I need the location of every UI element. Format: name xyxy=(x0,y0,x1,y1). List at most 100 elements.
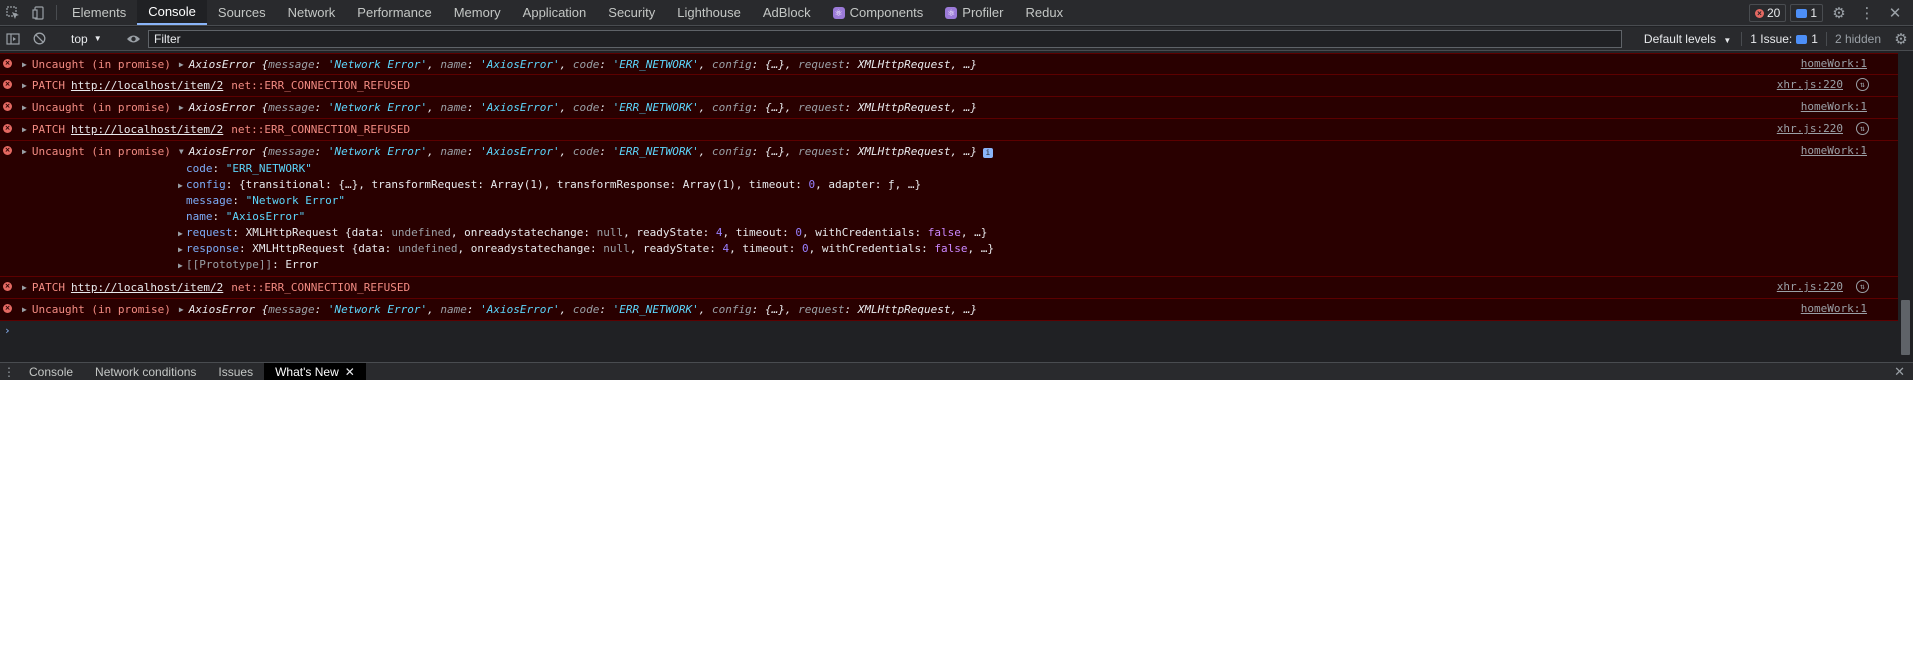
prop-response[interactable]: ▶ response: XMLHttpRequest {data: undefin… xyxy=(178,241,1913,257)
expand-triangle-icon[interactable]: ▶ xyxy=(22,283,27,292)
expand-triangle-icon[interactable]: ▶ xyxy=(22,103,27,112)
drawer-menu-icon[interactable]: ⋮ xyxy=(0,363,18,380)
drawer-tab-console[interactable]: Console xyxy=(18,363,84,380)
tab-sources[interactable]: Sources xyxy=(207,0,277,25)
prop-request[interactable]: ▶ request: XMLHttpRequest {data: undefine… xyxy=(178,225,1913,241)
more-options-icon[interactable]: ⋮ xyxy=(1855,1,1879,25)
collapse-triangle-icon[interactable]: ▼ xyxy=(179,147,184,156)
drawer-tab-network-conditions[interactable]: Network conditions xyxy=(84,363,207,380)
network-error-text: net::ERR_CONNECTION_REFUSED xyxy=(231,78,411,92)
console-message-error-expanded[interactable]: × ▶ Uncaught (in promise) ▼ AxiosError {… xyxy=(0,141,1913,277)
issues-label: 1 Issue: xyxy=(1750,32,1793,46)
expand-triangle-icon[interactable]: ▶ xyxy=(22,305,27,314)
inspect-element-icon[interactable] xyxy=(0,0,26,26)
network-request-icon[interactable]: ⇅ xyxy=(1856,78,1869,91)
settings-gear-icon[interactable]: ⚙ xyxy=(1827,1,1851,25)
network-error-text: net::ERR_CONNECTION_REFUSED xyxy=(231,122,411,136)
device-toolbar-icon[interactable] xyxy=(26,0,52,26)
info-icon[interactable]: i xyxy=(982,147,993,158)
axios-error-summary[interactable]: AxiosError {message: 'Network Error', na… xyxy=(189,101,977,114)
tab-network[interactable]: Network xyxy=(277,0,347,25)
sidebar-toggle-icon[interactable] xyxy=(0,26,26,52)
source-link[interactable]: homeWork:1 xyxy=(1801,57,1867,70)
expand-triangle-icon[interactable]: ▶ xyxy=(22,60,27,69)
axios-error-summary[interactable]: AxiosError {message: 'Network Error', na… xyxy=(189,303,977,316)
console-prompt-chevron-icon[interactable]: › xyxy=(4,324,11,337)
source-link[interactable]: xhr.js:220 xyxy=(1777,280,1843,293)
tab-application[interactable]: Application xyxy=(512,0,598,25)
expand-triangle-icon[interactable]: ▶ xyxy=(179,60,184,69)
prop-key: code xyxy=(186,162,213,175)
tab-security[interactable]: Security xyxy=(597,0,666,25)
network-request-icon[interactable]: ⇅ xyxy=(1856,122,1869,135)
source-link[interactable]: homeWork:1 xyxy=(1801,144,1867,157)
error-icon: × xyxy=(3,102,12,111)
console-message-error[interactable]: × ▶ Uncaught (in promise) ▶ AxiosError {… xyxy=(0,299,1913,321)
axios-error-summary[interactable]: AxiosError {message: 'Network Error', na… xyxy=(189,145,993,158)
expand-triangle-icon[interactable]: ▶ xyxy=(22,81,27,90)
live-expression-eye-icon[interactable] xyxy=(121,26,147,52)
console-message-error[interactable]: × ▶ PATCH http://localhost/item/2 net::E… xyxy=(0,75,1913,97)
main-tab-bar: Elements Console Sources Network Perform… xyxy=(0,0,1913,26)
prop-name: name: "AxiosError" xyxy=(186,210,306,223)
prop-value: "ERR_NETWORK" xyxy=(225,162,312,175)
prop-key: request xyxy=(186,226,233,239)
source-link[interactable]: xhr.js:220 xyxy=(1777,78,1843,91)
console-message-error[interactable]: × ▶ Uncaught (in promise) ▶ AxiosError {… xyxy=(0,53,1913,75)
expand-triangle-icon[interactable]: ▶ xyxy=(22,125,27,134)
console-settings-gear-icon[interactable]: ⚙ xyxy=(1889,27,1913,51)
prop-key: name xyxy=(186,210,213,223)
request-url-link[interactable]: http://localhost/item/2 xyxy=(71,123,223,136)
expand-triangle-icon[interactable]: ▶ xyxy=(178,242,186,258)
expand-triangle-icon[interactable]: ▶ xyxy=(22,147,27,156)
console-messages: × ▶ Uncaught (in promise) ▶ AxiosError {… xyxy=(0,53,1913,358)
request-url-link[interactable]: http://localhost/item/2 xyxy=(71,281,223,294)
react-icon: ⚛ xyxy=(945,6,958,19)
message-count-badge[interactable]: 1 xyxy=(1790,4,1823,22)
tab-components[interactable]: ⚛ Components xyxy=(822,0,935,25)
expand-triangle-icon[interactable]: ▶ xyxy=(178,258,186,274)
prop-prototype[interactable]: ▶ [[Prototype]]: Error xyxy=(178,257,1913,273)
error-count: 20 xyxy=(1766,6,1781,20)
drawer-tab-whats-new[interactable]: What's New ✕ xyxy=(264,363,366,380)
error-count-badge[interactable]: × 20 xyxy=(1748,4,1787,22)
close-devtools-icon[interactable]: ✕ xyxy=(1883,1,1907,25)
tab-performance[interactable]: Performance xyxy=(346,0,442,25)
issues-button[interactable]: 1 Issue: 1 xyxy=(1741,32,1826,46)
tab-adblock[interactable]: AdBlock xyxy=(752,0,822,25)
scrollbar-thumb[interactable] xyxy=(1901,300,1910,355)
tab-memory[interactable]: Memory xyxy=(443,0,512,25)
tab-lighthouse[interactable]: Lighthouse xyxy=(666,0,752,25)
error-icon: × xyxy=(3,304,12,313)
close-drawer-icon[interactable]: ✕ xyxy=(1894,363,1905,380)
expand-triangle-icon[interactable]: ▶ xyxy=(179,103,184,112)
network-request-icon[interactable]: ⇅ xyxy=(1856,280,1869,293)
prop-config[interactable]: ▶ config: {transitional: {…}, transformRe… xyxy=(178,177,1913,193)
tab-profiler[interactable]: ⚛ Profiler xyxy=(934,0,1014,25)
close-tab-icon[interactable]: ✕ xyxy=(345,365,355,379)
tab-redux[interactable]: Redux xyxy=(1014,0,1074,25)
dropdown-arrow-icon: ▼ xyxy=(93,34,102,43)
expand-triangle-icon[interactable]: ▶ xyxy=(179,305,184,314)
tab-elements[interactable]: Elements xyxy=(61,0,137,25)
error-icon: × xyxy=(3,282,12,291)
network-error-text: net::ERR_CONNECTION_REFUSED xyxy=(231,280,411,294)
prop-value: Error xyxy=(285,258,319,271)
expand-triangle-icon[interactable]: ▶ xyxy=(178,178,186,194)
request-url-link[interactable]: http://localhost/item/2 xyxy=(71,79,223,92)
console-message-error[interactable]: × ▶ PATCH http://localhost/item/2 net::E… xyxy=(0,119,1913,141)
console-message-error[interactable]: × ▶ PATCH http://localhost/item/2 net::E… xyxy=(0,277,1913,299)
expand-triangle-icon[interactable]: ▶ xyxy=(178,226,186,242)
log-levels-dropdown[interactable]: Default levels ▼ xyxy=(1634,32,1741,46)
source-link[interactable]: xhr.js:220 xyxy=(1777,122,1843,135)
console-scrollbar[interactable] xyxy=(1898,53,1913,358)
console-message-error[interactable]: × ▶ Uncaught (in promise) ▶ AxiosError {… xyxy=(0,97,1913,119)
axios-error-summary[interactable]: AxiosError {message: 'Network Error', na… xyxy=(189,58,977,71)
tab-console[interactable]: Console xyxy=(137,0,207,25)
context-selector[interactable]: top ▼ xyxy=(61,32,112,46)
drawer-tab-issues[interactable]: Issues xyxy=(207,363,264,380)
clear-console-icon[interactable] xyxy=(26,26,52,52)
source-link[interactable]: homeWork:1 xyxy=(1801,100,1867,113)
filter-input[interactable] xyxy=(148,30,1622,48)
source-link[interactable]: homeWork:1 xyxy=(1801,302,1867,315)
